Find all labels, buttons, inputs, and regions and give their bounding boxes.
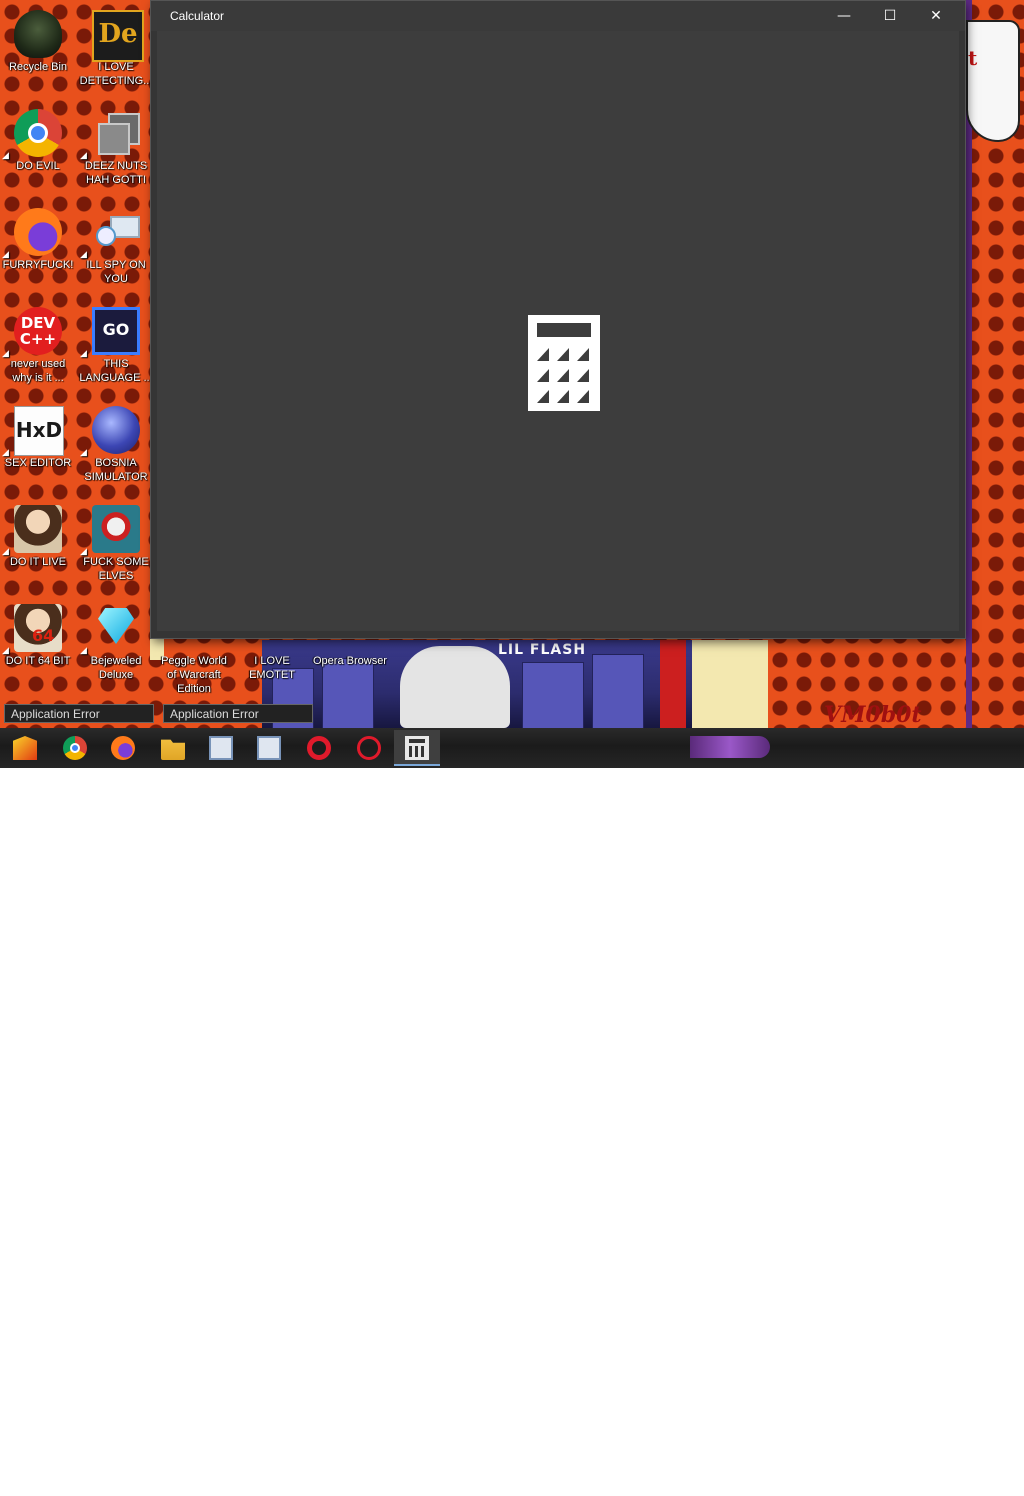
desktop-icon-label: Bejeweled Deluxe: [90, 655, 142, 681]
minesweeper-icon: [92, 406, 140, 454]
application-error-window[interactable]: Application Error: [163, 704, 313, 723]
taskbar-opera-gx[interactable]: [346, 730, 392, 766]
desktop-icon-label: Peggle World of Warcraft Edition: [161, 655, 227, 695]
clock[interactable]: 1:41 PM: [904, 1463, 974, 1486]
start-icon: [13, 736, 37, 760]
hxd-hex-editor-icon: HxD: [14, 406, 64, 456]
desktop-icon-deez[interactable]: ◢ DEEZ NUTS HAH GOTTI: [78, 103, 154, 195]
desktop-icon-label: DEEZ NUTS HAH GOTTI: [84, 160, 148, 186]
desktop-icon-label: Recycle Bin: [8, 61, 68, 73]
go-language-icon: GO: [92, 307, 140, 355]
app-installer-icon: [209, 736, 233, 760]
portrait-64bit-icon: 64: [14, 604, 62, 652]
app-installer-icon: [257, 736, 281, 760]
taskbar: ^ 🔊︎ 1:41 PM: [0, 728, 1024, 1485]
calculator-icon: [405, 736, 429, 760]
desktop-icon-label: Opera Browser: [313, 655, 387, 667]
application-error-window[interactable]: Application Error: [4, 704, 154, 723]
desktop-icon-label: SEX EDITOR: [4, 457, 72, 469]
minimize-icon: —: [837, 8, 851, 24]
desktop-icon-recycle-bin[interactable]: Recycle Bin: [0, 4, 76, 96]
desktop-icon-label: DO EVIL: [16, 160, 60, 172]
tray-overflow-chevron-icon[interactable]: ^: [828, 1466, 838, 1480]
recycle-bin-icon: [14, 10, 62, 58]
desktop-icon-label: FUCK SOME ELVES: [83, 556, 149, 582]
spy-monitor-icon: [92, 208, 140, 256]
bejeweled-gem-icon: [92, 604, 140, 652]
desktop-icon-elves[interactable]: ◢ FUCK SOME ELVES: [78, 499, 154, 591]
start-button[interactable]: [2, 730, 48, 766]
desktop-icon-chrome[interactable]: ◢ DO EVIL: [0, 103, 76, 195]
firefox-icon: [111, 736, 135, 760]
close-button[interactable]: ✕: [913, 1, 959, 31]
taskbar-opera[interactable]: [296, 730, 342, 766]
file-explorer-icon: [161, 739, 185, 760]
taskbar-file-explorer[interactable]: [150, 730, 196, 766]
taskbar-app-installer-2[interactable]: [246, 730, 292, 766]
desktop-icon-64bit[interactable]: 64 ◢ DO IT 64 BIT: [0, 598, 76, 690]
desktop-icon-label: ILL SPY ON YOU: [86, 259, 146, 285]
volume-icon[interactable]: 🔊︎: [872, 1466, 880, 1481]
calculator-splash-icon: [528, 315, 600, 411]
desktop-icon-firefox[interactable]: ◢ FURRYFUCK!: [0, 202, 76, 294]
taskbar-decoration: [690, 736, 770, 758]
desktop-icon-label: FURRYFUCK!: [2, 259, 74, 271]
system-tray: ^ 🔊︎ 1:41 PM: [822, 1456, 1024, 1496]
calculator-window[interactable]: Calculator — ☐ ✕: [151, 1, 965, 638]
desktop-icon-devcpp[interactable]: DEV C++ ◢ never used why is it ...: [0, 301, 76, 393]
wallpaper-corner-text: t: [968, 46, 978, 70]
chrome-icon: [63, 736, 87, 760]
wallpaper-yellow-panel: [692, 640, 768, 728]
desktop-icon-label: BOSNIA SIMULATOR: [84, 457, 148, 483]
wallpaper-tag: VM0b0t: [824, 702, 922, 728]
window-titlebar[interactable]: Calculator — ☐ ✕: [151, 1, 965, 31]
opera-gx-icon: [357, 736, 381, 760]
taskbar-calculator[interactable]: [394, 730, 440, 766]
desktop-icon-label: I LOVE DETECTING...: [79, 61, 153, 87]
window-title: Calculator: [170, 9, 225, 23]
elf-game-icon: [92, 505, 140, 553]
firefox-icon: [14, 208, 62, 256]
desktop-icon-bejeweled[interactable]: ◢ Bejeweled Deluxe: [78, 598, 154, 690]
desktop-icon-spy[interactable]: ◢ ILL SPY ON YOU: [78, 202, 154, 294]
wallpaper-red-bar: [660, 640, 686, 728]
detect-it-easy-icon: De: [92, 10, 144, 62]
desktop-icon-label: THIS LANGUAGE ...: [79, 358, 153, 384]
desktop-icon-die[interactable]: De I LOVE DETECTING...: [78, 4, 154, 96]
desktop-icon-do-it-live[interactable]: ◢ DO IT LIVE: [0, 499, 76, 591]
dev-cpp-icon: DEV C++: [14, 307, 62, 355]
opera-icon: [307, 736, 331, 760]
desktop-icon-label: DO IT 64 BIT: [5, 655, 71, 667]
desktop-icon-go[interactable]: GO ◢ THIS LANGUAGE ...: [78, 301, 154, 393]
windows-stack-icon: [92, 109, 140, 157]
chrome-icon: [14, 109, 62, 157]
close-icon: ✕: [930, 8, 942, 24]
taskbar-firefox[interactable]: [100, 730, 146, 766]
desktop-icon-label: I LOVE EMOTET: [249, 655, 295, 681]
maximize-icon: ☐: [883, 8, 897, 24]
desktop-icon-bosnia[interactable]: ◢ BOSNIA SIMULATOR: [78, 400, 154, 492]
desktop-icon-hxd[interactable]: HxD ◢ SEX EDITOR: [0, 400, 76, 492]
desktop-icon-label: DO IT LIVE: [9, 556, 67, 568]
portrait-icon: [14, 505, 62, 553]
desktop-icon-label: never used why is it ...: [10, 358, 66, 384]
wallpaper-speech-bubble: t: [966, 20, 1020, 142]
network-icon[interactable]: [848, 1468, 862, 1478]
poster-text: LIL FLASH: [498, 642, 587, 658]
taskbar-app-installer[interactable]: [198, 730, 244, 766]
taskbar-chrome[interactable]: [52, 730, 98, 766]
calculator-content: [157, 31, 959, 631]
minimize-button[interactable]: —: [821, 1, 867, 31]
wallpaper-figure: [400, 646, 510, 728]
notification-center-icon[interactable]: [984, 1466, 1002, 1480]
maximize-button[interactable]: ☐: [867, 1, 913, 31]
